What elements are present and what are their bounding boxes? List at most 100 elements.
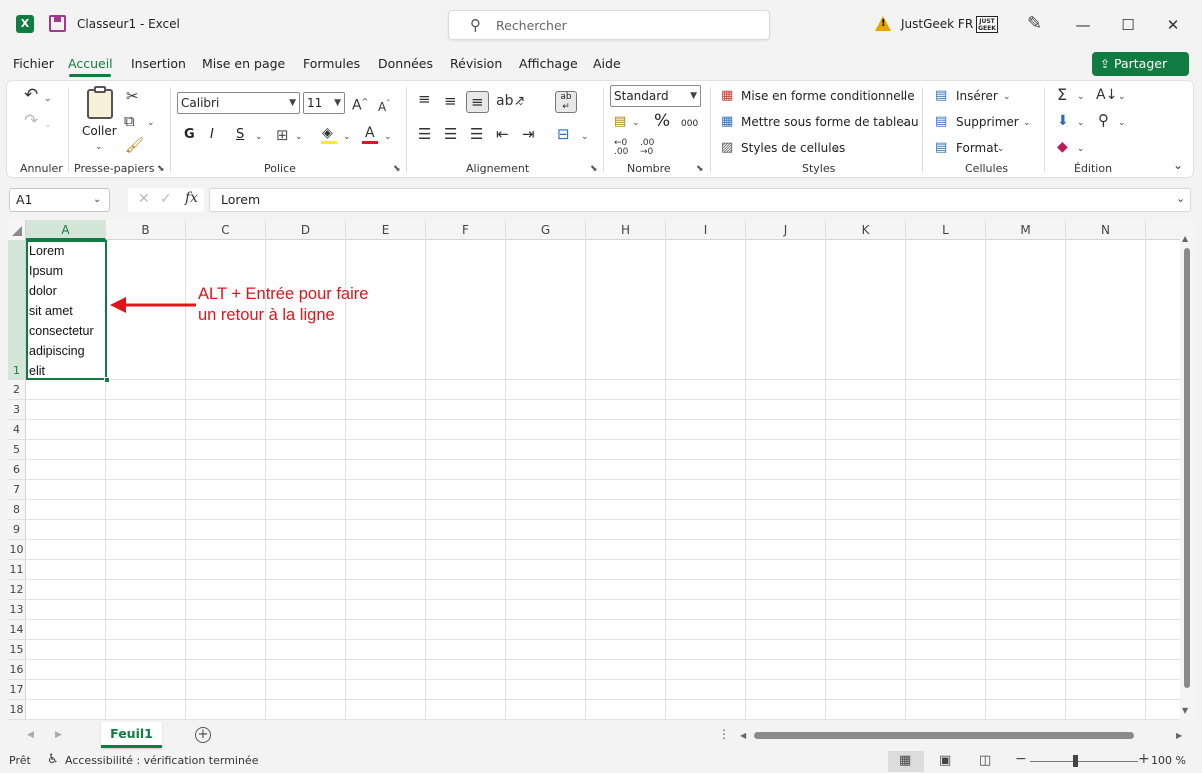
find-dropdown-icon[interactable]: ⌄	[1118, 115, 1126, 131]
increase-decimal-icon[interactable]: ←0.00	[614, 139, 628, 157]
column-header-k[interactable]: K	[826, 220, 906, 240]
insert-dropdown-icon[interactable]: ⌄	[1003, 89, 1011, 105]
redo-icon[interactable]: ↷	[24, 113, 38, 130]
font-color-icon[interactable]: A	[365, 125, 375, 141]
number-launcher-icon[interactable]: ⬊	[696, 164, 704, 174]
font-color-dropdown-icon[interactable]: ⌄	[384, 129, 392, 145]
alignment-launcher-icon[interactable]: ⬊	[590, 164, 598, 174]
conditional-format-button[interactable]: Mise en forme conditionnelle	[741, 88, 915, 104]
align-center-icon[interactable]: ☰	[444, 126, 457, 142]
cut-icon[interactable]: ✂	[126, 88, 139, 104]
align-middle-icon[interactable]: ≡	[444, 93, 457, 109]
find-icon[interactable]: ⚲	[1098, 112, 1109, 128]
row-header-5[interactable]: 5	[8, 440, 26, 460]
autosum-icon[interactable]: Σ	[1057, 87, 1067, 103]
align-top-icon[interactable]: ≡	[418, 91, 431, 107]
undo-icon[interactable]: ↶	[24, 87, 38, 104]
format-table-icon[interactable]: ▦	[721, 114, 733, 130]
font-launcher-icon[interactable]: ⬊	[393, 164, 401, 174]
sort-filter-icon[interactable]: A↓	[1096, 87, 1117, 103]
account-avatar[interactable]: JUST GEEK	[976, 16, 998, 33]
column-header-l[interactable]: L	[906, 220, 986, 240]
maximize-button[interactable]: ☐	[1113, 11, 1143, 39]
cancel-icon[interactable]: ✕	[138, 191, 150, 207]
underline-dropdown-icon[interactable]: ⌄	[255, 129, 263, 145]
delete-dropdown-icon[interactable]: ⌄	[1023, 115, 1031, 131]
fill-color-dropdown-icon[interactable]: ⌄	[343, 129, 351, 145]
search-box[interactable]: ⚲ Rechercher	[448, 10, 770, 40]
scroll-down-icon[interactable]: ▼	[1182, 706, 1188, 715]
tab-affichage[interactable]: Affichage	[519, 56, 578, 71]
cell-styles-icon[interactable]: ▨	[721, 140, 733, 156]
tab-accueil[interactable]: Accueil	[68, 56, 113, 71]
paste-dropdown-icon[interactable]: ⌄	[95, 139, 103, 155]
sheet-tab-feuil1[interactable]: Feuil1	[101, 722, 162, 748]
format-dropdown-icon[interactable]: ⌄	[997, 141, 1005, 157]
sort-filter-dropdown-icon[interactable]: ⌄	[1118, 89, 1126, 105]
tab-mise-en-page[interactable]: Mise en page	[202, 56, 285, 71]
column-header-f[interactable]: F	[426, 220, 506, 240]
column-header-j[interactable]: J	[746, 220, 826, 240]
format-table-dropdown-icon[interactable]: ⌄	[901, 115, 909, 131]
column-header-b[interactable]: B	[106, 220, 186, 240]
row-header-18[interactable]: 18	[8, 700, 26, 720]
fill-icon[interactable]: ⬇	[1057, 113, 1069, 129]
formula-expand-icon[interactable]: ⌄	[1176, 192, 1185, 205]
merge-center-icon[interactable]: ⊟	[557, 126, 570, 142]
currency-dropdown-icon[interactable]: ⌄	[632, 115, 640, 131]
tab-insertion[interactable]: Insertion	[131, 56, 186, 71]
insert-function-button[interactable]: fx	[185, 190, 198, 206]
decrease-font-icon[interactable]: Aˇ	[378, 96, 390, 115]
tab-formules[interactable]: Formules	[303, 56, 360, 71]
fill-dropdown-icon[interactable]: ⌄	[1077, 115, 1085, 131]
autosum-dropdown-icon[interactable]: ⌄	[1077, 89, 1085, 105]
clear-dropdown-icon[interactable]: ⌄	[1077, 141, 1085, 157]
chevron-down-icon[interactable]: ⌄	[93, 194, 101, 205]
row-header-13[interactable]: 13	[8, 600, 26, 620]
paste-icon[interactable]	[87, 89, 113, 119]
column-header-d[interactable]: D	[266, 220, 346, 240]
vertical-scrollbar[interactable]: ▲ ▼	[1180, 220, 1194, 720]
column-header-n[interactable]: N	[1066, 220, 1146, 240]
align-left-icon[interactable]: ☰	[418, 126, 431, 142]
column-header-h[interactable]: H	[586, 220, 666, 240]
percent-button[interactable]: %	[654, 113, 670, 130]
sheet-prev-icon[interactable]: ◀	[27, 730, 34, 740]
delete-cells-icon[interactable]: ▤	[935, 114, 947, 130]
sheet-next-icon[interactable]: ▶	[55, 730, 62, 740]
borders-icon[interactable]: ⊞	[276, 127, 289, 143]
format-cells-button[interactable]: Format	[956, 140, 998, 156]
align-right-icon[interactable]: ☰	[470, 126, 483, 142]
format-as-table-button[interactable]: Mettre sous forme de tableau	[741, 114, 919, 130]
row-header-2[interactable]: 2	[8, 380, 26, 400]
horizontal-scroll-thumb[interactable]	[754, 732, 1134, 739]
accessibility-icon[interactable]: ♿	[47, 752, 59, 767]
accessibility-status[interactable]: Accessibilité : vérification terminée	[65, 754, 258, 767]
scroll-left-icon[interactable]: ◀	[740, 731, 746, 740]
account-name[interactable]: JustGeek FR	[901, 17, 973, 31]
font-size-select[interactable]: 11 ▼	[303, 92, 345, 114]
row-header-10[interactable]: 10	[8, 540, 26, 560]
tab-donnees[interactable]: Données	[378, 56, 433, 71]
row-header-4[interactable]: 4	[8, 420, 26, 440]
zoom-level[interactable]: 100 %	[1151, 754, 1186, 767]
copy-dropdown-icon[interactable]: ⌄	[147, 115, 155, 131]
column-header-e[interactable]: E	[346, 220, 426, 240]
underline-button[interactable]: S	[236, 127, 244, 143]
share-button[interactable]: ⇪ Partager	[1092, 52, 1189, 76]
font-name-select[interactable]: Calibri ▼	[177, 92, 300, 114]
decrease-decimal-icon[interactable]: .00 →0	[640, 139, 654, 157]
page-break-view-icon[interactable]: ◫	[979, 753, 991, 768]
tab-fichier[interactable]: Fichier	[13, 56, 54, 71]
number-format-select[interactable]: Standard ▼	[610, 85, 701, 107]
ribbon-collapse-icon[interactable]: ⌄	[1173, 157, 1183, 173]
cell-styles-dropdown-icon[interactable]: ⌄	[833, 141, 841, 157]
row-header-9[interactable]: 9	[8, 520, 26, 540]
bold-button[interactable]: G	[184, 127, 195, 143]
decrease-indent-icon[interactable]: ⇤	[496, 126, 509, 142]
row-header-3[interactable]: 3	[8, 400, 26, 420]
tab-aide[interactable]: Aide	[593, 56, 621, 71]
row-header-8[interactable]: 8	[8, 500, 26, 520]
increase-font-icon[interactable]: A^	[352, 94, 368, 114]
row-header-7[interactable]: 7	[8, 480, 26, 500]
